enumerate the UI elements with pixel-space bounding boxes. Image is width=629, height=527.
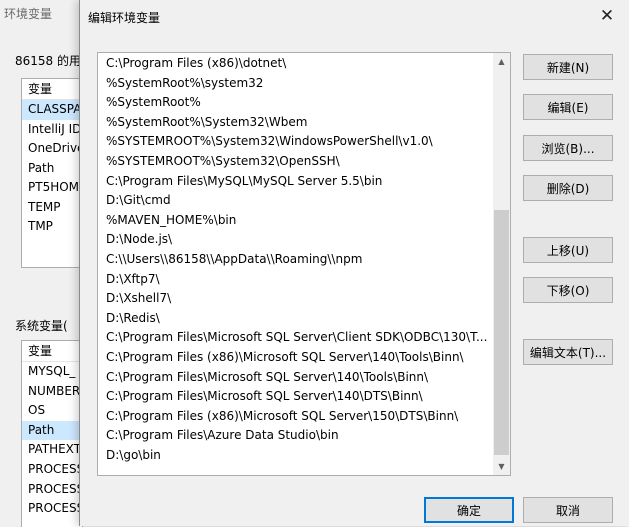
window-title: 环境变量: [4, 7, 53, 21]
move-down-button[interactable]: 下移(O): [523, 277, 613, 303]
user-variable-row[interactable]: IntelliJ ID: [22, 120, 82, 140]
dialog-title: 编辑环境变量: [88, 11, 161, 25]
system-variable-row[interactable]: NUMBER: [22, 382, 82, 402]
path-entry[interactable]: %SystemRoot%\system32: [98, 74, 490, 94]
path-entries-list[interactable]: C:\Program Files (x86)\dotnet\ %SystemRoo…: [97, 52, 511, 476]
new-button[interactable]: 新建(N): [523, 54, 613, 80]
system-variable-row[interactable]: OS: [22, 401, 82, 421]
system-variables-list[interactable]: 变量 MYSQL_ NUMBER OS Path PATHEXT PROCESS PROCE…: [21, 340, 83, 527]
delete-button[interactable]: 删除(D): [523, 175, 613, 201]
user-variables-label: 86158 的用: [15, 54, 81, 68]
path-entry[interactable]: C:\Program Files (x86)\dotnet\: [98, 54, 490, 74]
user-variable-row[interactable]: OneDrive: [22, 139, 82, 159]
path-entry[interactable]: %SYSTEMROOT%\System32\WindowsPowerShell\…: [98, 132, 490, 152]
path-entry[interactable]: D:\Xshell7\: [98, 289, 490, 309]
ok-button[interactable]: 确定: [424, 497, 514, 523]
system-variables-label: 系统变量(: [15, 319, 68, 333]
browse-button[interactable]: 浏览(B)...: [523, 135, 613, 161]
user-variables-header[interactable]: 变量: [22, 79, 82, 100]
close-icon[interactable]: ✕: [590, 2, 624, 30]
path-entry[interactable]: %SystemRoot%: [98, 93, 490, 113]
scroll-down-arrow-icon[interactable]: ▼: [493, 458, 510, 475]
path-entry[interactable]: D:\go\bin: [98, 446, 490, 466]
vertical-scrollbar[interactable]: ▲ ▼: [493, 53, 510, 475]
path-entry[interactable]: %MAVEN_HOME%\bin: [98, 211, 490, 231]
path-entry[interactable]: %SystemRoot%\System32\Wbem: [98, 113, 490, 133]
path-entry[interactable]: D:\Git\cmd: [98, 191, 490, 211]
system-variables-header[interactable]: 变量: [22, 341, 82, 362]
path-entry[interactable]: C:\Program Files (x86)\Microsoft SQL Ser…: [98, 407, 490, 427]
cancel-button[interactable]: 取消: [523, 497, 613, 523]
system-variable-row[interactable]: Path: [22, 420, 82, 441]
path-entry[interactable]: C:\Program Files\Azure Data Studio\bin: [98, 426, 490, 446]
path-entry[interactable]: C:\Program Files\Microsoft SQL Server\14…: [98, 368, 490, 388]
system-variable-row[interactable]: PROCESS: [22, 480, 82, 500]
path-entry[interactable]: C:\Program Files (x86)\Microsoft SQL Ser…: [98, 348, 490, 368]
path-entry[interactable]: %SYSTEMROOT%\System32\OpenSSH\: [98, 152, 490, 172]
edit-button[interactable]: 编辑(E): [523, 94, 613, 120]
path-entry[interactable]: D:\Xftp7\: [98, 270, 490, 290]
edit-text-button[interactable]: 编辑文本(T)...: [523, 339, 613, 365]
user-variable-row[interactable]: TMP: [22, 217, 82, 237]
user-variables-list[interactable]: 变量 CLASSPA IntelliJ ID OneDrive Path PT5HOM T…: [21, 78, 83, 268]
scroll-up-arrow-icon[interactable]: ▲: [493, 53, 510, 70]
user-variable-row[interactable]: Path: [22, 159, 82, 179]
system-variable-row[interactable]: PROCESS: [22, 499, 82, 519]
edit-environment-variable-dialog: 编辑环境变量 ✕ C:\Program Files (x86)\dotnet\%…: [79, 0, 629, 526]
move-up-button[interactable]: 上移(U): [523, 237, 613, 263]
path-entry[interactable]: C:\\Users\\86158\\AppData\\Roaming\\npm: [98, 250, 490, 270]
user-variable-row[interactable]: PT5HOM: [22, 178, 82, 198]
path-entry[interactable]: C:\Program Files\MySQL\MySQL Server 5.5\…: [98, 172, 490, 192]
user-variable-row[interactable]: CLASSPA: [22, 100, 82, 120]
system-variable-row[interactable]: PROCESS: [22, 460, 82, 480]
path-entry[interactable]: D:\Redis\: [98, 309, 490, 329]
user-variable-row[interactable]: TEMP: [22, 198, 82, 218]
scroll-thumb[interactable]: [494, 210, 509, 455]
path-entry[interactable]: C:\Program Files\Microsoft SQL Server\14…: [98, 387, 490, 407]
system-variable-row[interactable]: PATHEXT: [22, 440, 82, 460]
path-entry[interactable]: D:\Node.js\: [98, 230, 490, 250]
path-entry[interactable]: C:\Program Files\Microsoft SQL Server\Cl…: [98, 328, 490, 348]
system-variable-row[interactable]: MYSQL_: [22, 362, 82, 382]
